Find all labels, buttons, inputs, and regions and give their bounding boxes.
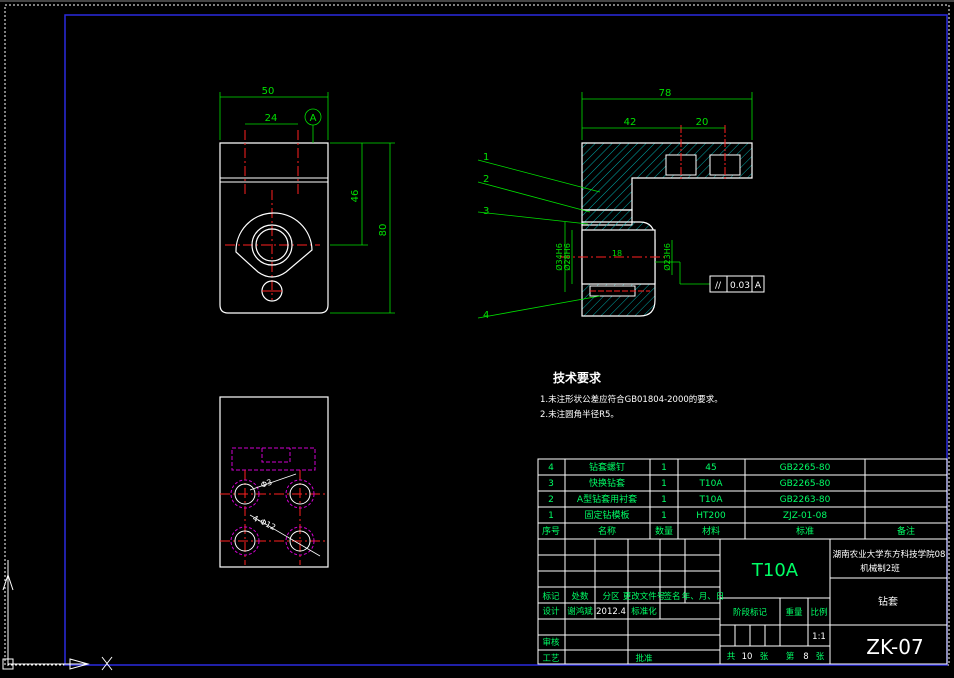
school-line-2: 机械制2班 — [860, 563, 900, 574]
section-dim-length: 78 — [659, 88, 672, 99]
tech-req-title: 技术要求 — [553, 370, 602, 385]
design-date: 2012.4 — [596, 607, 626, 617]
label-count: 处数 — [571, 591, 589, 602]
part-row-material: T10A — [698, 495, 723, 505]
label-stage: 阶段标记 — [733, 607, 768, 618]
header-remark: 备注 — [897, 525, 915, 537]
label-sign: 签名 — [663, 591, 680, 602]
front-dim-center-height: 46 — [350, 190, 361, 203]
label-design: 设计 — [542, 606, 560, 617]
part-row-qty: 1 — [661, 463, 667, 473]
drawing-frame — [64, 14, 948, 666]
bottom-view: Φ3 4-Φ12 — [219, 396, 329, 568]
title-material: T10A — [751, 560, 799, 581]
front-dim-width: 50 — [262, 86, 275, 97]
section-dim-18: 18 — [612, 249, 622, 258]
front-view: 50 24 A 46 80 — [219, 86, 395, 314]
label-date: 年、月、日 — [682, 591, 725, 602]
part-row-standard: GB2263-80 — [780, 495, 831, 505]
section-dim-42: 42 — [624, 117, 637, 128]
section-dia-23: Ø23H6 — [662, 243, 672, 271]
part-row-material: T10A — [698, 479, 723, 489]
cad-drawing-canvas: 50 24 A 46 80 78 42 20 Ø34H6 Ø28H6 Ø23H6… — [0, 0, 954, 671]
label-approve: 批准 — [635, 653, 653, 664]
label-scale: 比例 — [810, 607, 827, 618]
school-line-1: 湖南农业大学东方科技学院08 — [833, 549, 946, 560]
header-no: 序号 — [542, 525, 560, 537]
part-row-qty: 1 — [661, 479, 667, 489]
label-mark: 标记 — [542, 591, 560, 602]
label-standardization: 标准化 — [631, 606, 657, 617]
outer-dashed-border — [4, 4, 950, 666]
part-row-standard: GB2265-80 — [780, 479, 831, 489]
ucs-axis-icon — [2, 560, 113, 671]
sheets-unit-2: 张 — [816, 652, 825, 662]
designer-name: 谢鸿斌 — [567, 606, 593, 617]
section-view: 78 42 20 Ø34H6 Ø28H6 Ø23H6 18 1 2 3 4 //… — [477, 88, 765, 321]
part-row-standard: ZJZ-01-08 — [783, 511, 828, 521]
parts-list: 4 钻套螺钉 1 45 GB2265-80 3 快换钻套 1 T10A GB22… — [542, 461, 915, 537]
section-dia-bore: Ø28H6 — [562, 243, 572, 271]
tech-requirements: 技术要求 1.未注形状公差应符合GB01804-2000的要求。 2.未注圆角半… — [540, 370, 723, 420]
title-block — [537, 458, 948, 665]
label-review: 审核 — [542, 637, 560, 648]
header-standard: 标准 — [796, 525, 814, 537]
part-row-no: 3 — [548, 479, 554, 489]
front-datum-label: A — [310, 113, 317, 124]
label-zone: 分区 — [602, 592, 620, 602]
bottom-dim-holes: 4-Φ12 — [251, 514, 277, 532]
sheets-total-prefix: 共 — [727, 652, 736, 662]
label-process: 工艺 — [542, 654, 559, 664]
part-row-name: A型钻套用衬套 — [577, 493, 637, 505]
part-row-material: 45 — [705, 463, 716, 473]
tolerance-value: 0.03 — [730, 281, 750, 291]
tolerance-datum: A — [755, 281, 762, 291]
balloon-3: 3 — [483, 206, 489, 217]
front-dim-hole-spacing: 24 — [265, 113, 278, 124]
part-row-no: 4 — [548, 463, 554, 473]
sheet-number: 8 — [803, 652, 808, 662]
part-row-qty: 1 — [661, 495, 667, 505]
balloon-4: 4 — [483, 310, 489, 321]
bottom-dim-spacing: Φ3 — [260, 478, 274, 490]
part-row-name: 钻套螺钉 — [589, 461, 625, 473]
front-dim-height: 80 — [378, 224, 389, 237]
balloon-2: 2 — [483, 174, 489, 185]
header-material: 材料 — [702, 525, 720, 537]
label-weight: 重量 — [785, 607, 803, 618]
sheets-unit-1: 张 — [760, 652, 769, 662]
label-change-doc: 更改文件号 — [623, 591, 666, 602]
header-qty: 数量 — [655, 525, 673, 537]
part-row-name: 快换钻套 — [589, 477, 625, 489]
tech-req-item-1: 1.未注形状公差应符合GB01804-2000的要求。 — [540, 394, 723, 405]
part-row-no: 2 — [548, 495, 554, 505]
part-row-no: 1 — [548, 511, 554, 521]
sheets-total: 10 — [742, 652, 753, 662]
tolerance-symbol: // — [715, 281, 722, 291]
part-row-name: 固定钻模板 — [584, 509, 629, 521]
header-name: 名称 — [598, 525, 616, 537]
tech-req-item-2: 2.未注圆角半径R5。 — [540, 409, 619, 420]
drawing-number: ZK-07 — [866, 635, 923, 659]
drawing-name: 钻套 — [878, 595, 898, 608]
balloon-1: 1 — [483, 152, 489, 163]
scale-value: 1:1 — [812, 632, 826, 642]
sheet-prefix: 第 — [786, 651, 795, 662]
title-block-texts: T10A 湖南农业大学东方科技学院08 机械制2班 钻套 ZK-07 标记 处数… — [542, 549, 945, 664]
part-row-material: HT200 — [696, 511, 726, 521]
geometric-tolerance-frame: // 0.03 A — [709, 275, 765, 293]
part-row-standard: GB2265-80 — [780, 463, 831, 473]
section-dim-20: 20 — [696, 117, 709, 128]
part-row-qty: 1 — [661, 511, 667, 521]
